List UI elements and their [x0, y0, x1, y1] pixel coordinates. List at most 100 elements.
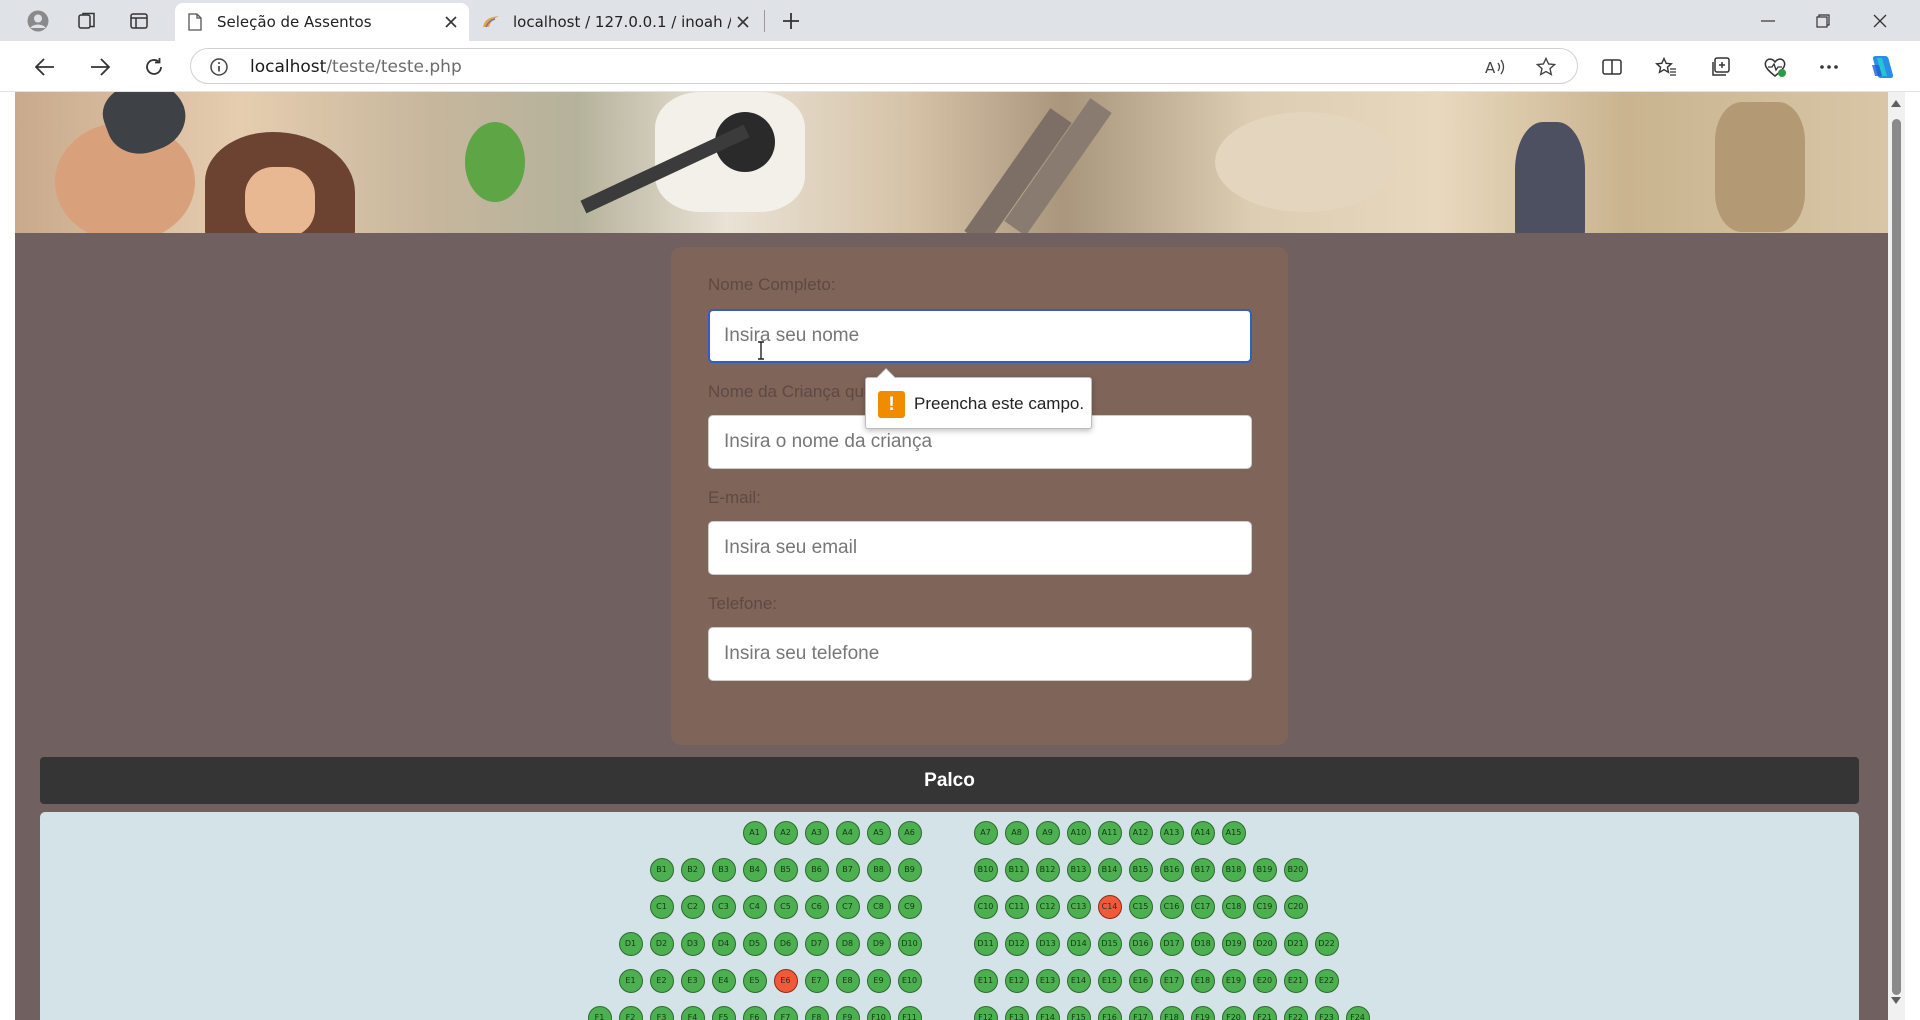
favorites-icon[interactable]: [1649, 50, 1683, 84]
seat-f17[interactable]: F17: [1128, 1006, 1153, 1020]
seat-f1[interactable]: F1: [587, 1006, 612, 1020]
seat-b13[interactable]: B13: [1066, 858, 1091, 882]
refresh-icon[interactable]: [137, 50, 171, 84]
seat-c3[interactable]: C3: [711, 895, 736, 919]
seat-d1[interactable]: D1: [618, 932, 643, 956]
seat-e14[interactable]: E14: [1066, 969, 1091, 993]
seat-a5[interactable]: A5: [866, 821, 891, 845]
scroll-down-arrow-icon[interactable]: [1891, 997, 1901, 1004]
seat-e9[interactable]: E9: [866, 969, 891, 993]
seat-e1[interactable]: E1: [618, 969, 643, 993]
seat-a6[interactable]: A6: [897, 821, 922, 845]
seat-f13[interactable]: F13: [1004, 1006, 1029, 1020]
seat-f8[interactable]: F8: [804, 1006, 829, 1020]
seat-b9[interactable]: B9: [897, 858, 922, 882]
close-window-icon[interactable]: [1853, 0, 1907, 41]
seat-c15[interactable]: C15: [1128, 895, 1153, 919]
seat-f18[interactable]: F18: [1159, 1006, 1184, 1020]
copilot-icon[interactable]: [1865, 50, 1899, 84]
seat-d12[interactable]: D12: [1004, 932, 1029, 956]
seat-b7[interactable]: B7: [835, 858, 860, 882]
seat-e2[interactable]: E2: [649, 969, 674, 993]
seat-c19[interactable]: C19: [1252, 895, 1277, 919]
seat-a1[interactable]: A1: [742, 821, 767, 845]
seat-f21[interactable]: F21: [1252, 1006, 1277, 1020]
seat-a4[interactable]: A4: [835, 821, 860, 845]
seat-f9[interactable]: F9: [835, 1006, 860, 1020]
seat-e11[interactable]: E11: [973, 969, 998, 993]
seat-f20[interactable]: F20: [1221, 1006, 1246, 1020]
seat-e4[interactable]: E4: [711, 969, 736, 993]
seat-c20[interactable]: C20: [1283, 895, 1308, 919]
seat-a7[interactable]: A7: [973, 821, 998, 845]
seat-f2[interactable]: F2: [618, 1006, 643, 1020]
seat-e20[interactable]: E20: [1252, 969, 1277, 993]
seat-d19[interactable]: D19: [1221, 932, 1246, 956]
seat-f10[interactable]: F10: [866, 1006, 891, 1020]
seat-b19[interactable]: B19: [1252, 858, 1277, 882]
seat-c13[interactable]: C13: [1066, 895, 1091, 919]
tab-phpmyadmin[interactable]: localhost / 127.0.0.1 / inoah / tblr: [471, 3, 761, 41]
close-tab-icon[interactable]: [731, 10, 755, 34]
split-screen-icon[interactable]: [1595, 50, 1629, 84]
seat-a14[interactable]: A14: [1190, 821, 1215, 845]
seat-f24[interactable]: F24: [1345, 1006, 1370, 1020]
seat-d6[interactable]: D6: [773, 932, 798, 956]
seat-a3[interactable]: A3: [804, 821, 829, 845]
seat-e16[interactable]: E16: [1128, 969, 1153, 993]
seat-a10[interactable]: A10: [1066, 821, 1091, 845]
seat-c11[interactable]: C11: [1004, 895, 1029, 919]
seat-c16[interactable]: C16: [1159, 895, 1184, 919]
seat-e3[interactable]: E3: [680, 969, 705, 993]
seat-d9[interactable]: D9: [866, 932, 891, 956]
url-text[interactable]: localhost/teste/teste.php: [250, 57, 462, 77]
seat-c1[interactable]: C1: [649, 895, 674, 919]
seat-c7[interactable]: C7: [835, 895, 860, 919]
seat-d5[interactable]: D5: [742, 932, 767, 956]
seat-b17[interactable]: B17: [1190, 858, 1215, 882]
full-name-input[interactable]: Insira seu nome: [708, 309, 1252, 363]
site-info-icon[interactable]: [209, 57, 229, 77]
seat-d4[interactable]: D4: [711, 932, 736, 956]
seat-b6[interactable]: B6: [804, 858, 829, 882]
seat-f16[interactable]: F16: [1097, 1006, 1122, 1020]
seat-c2[interactable]: C2: [680, 895, 705, 919]
tab-selecao-de-assentos[interactable]: Seleção de Assentos: [175, 3, 469, 41]
seat-a13[interactable]: A13: [1159, 821, 1184, 845]
seat-e12[interactable]: E12: [1004, 969, 1029, 993]
seat-b5[interactable]: B5: [773, 858, 798, 882]
seat-d13[interactable]: D13: [1035, 932, 1060, 956]
scroll-thumb[interactable]: [1892, 119, 1901, 995]
minimize-icon[interactable]: [1741, 0, 1795, 41]
seat-e19[interactable]: E19: [1221, 969, 1246, 993]
new-tab-icon[interactable]: [775, 6, 807, 36]
email-input[interactable]: Insira seu email: [708, 521, 1252, 575]
seat-b1[interactable]: B1: [649, 858, 674, 882]
seat-a15[interactable]: A15: [1221, 821, 1246, 845]
phone-input[interactable]: Insira seu telefone: [708, 627, 1252, 681]
seat-f5[interactable]: F5: [711, 1006, 736, 1020]
seat-f7[interactable]: F7: [773, 1006, 798, 1020]
seat-d3[interactable]: D3: [680, 932, 705, 956]
seat-d2[interactable]: D2: [649, 932, 674, 956]
seat-b8[interactable]: B8: [866, 858, 891, 882]
seat-c18[interactable]: C18: [1221, 895, 1246, 919]
seat-c6[interactable]: C6: [804, 895, 829, 919]
seat-c4[interactable]: C4: [742, 895, 767, 919]
seat-f11[interactable]: F11: [897, 1006, 922, 1020]
seat-f15[interactable]: F15: [1066, 1006, 1091, 1020]
seat-f19[interactable]: F19: [1190, 1006, 1215, 1020]
seat-f3[interactable]: F3: [649, 1006, 674, 1020]
seat-c10[interactable]: C10: [973, 895, 998, 919]
seat-d11[interactable]: D11: [973, 932, 998, 956]
seat-e5[interactable]: E5: [742, 969, 767, 993]
seat-d15[interactable]: D15: [1097, 932, 1122, 956]
seat-d8[interactable]: D8: [835, 932, 860, 956]
seat-e10[interactable]: E10: [897, 969, 922, 993]
collections-icon[interactable]: [1704, 50, 1738, 84]
seat-e8[interactable]: E8: [835, 969, 860, 993]
seat-a8[interactable]: A8: [1004, 821, 1029, 845]
seat-c14[interactable]: C14: [1097, 895, 1122, 919]
seat-d10[interactable]: D10: [897, 932, 922, 956]
seat-c17[interactable]: C17: [1190, 895, 1215, 919]
